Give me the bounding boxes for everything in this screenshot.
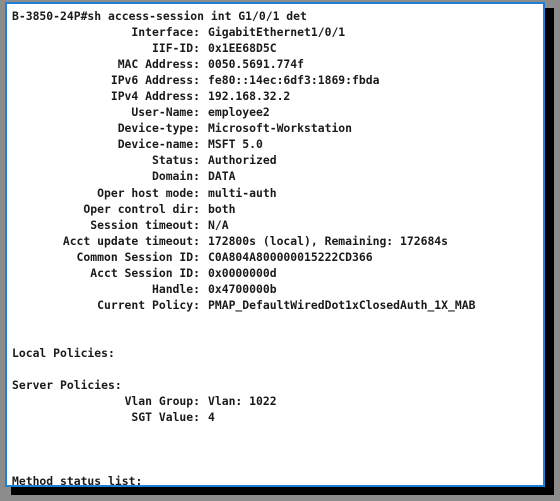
field-value: employee2 bbox=[200, 104, 543, 120]
field-value: MSFT 5.0 bbox=[200, 136, 543, 152]
field-value: 0x4700000b bbox=[200, 281, 543, 297]
session-field-oper-host-mode: Oper host mode: multi-auth bbox=[10, 185, 543, 201]
field-label: Interface: bbox=[10, 24, 200, 40]
field-value: Microsoft-Workstation bbox=[200, 120, 543, 136]
field-label: User-Name: bbox=[10, 104, 200, 120]
blank-line bbox=[10, 441, 543, 457]
session-field-acct-update-timeout: Acct update timeout: 172800s (local), Re… bbox=[10, 233, 543, 249]
field-value: PMAP_DefaultWiredDot1xClosedAuth_1X_MAB bbox=[200, 297, 543, 313]
session-field-common-session-id: Common Session ID: C0A804A800000015222CD… bbox=[10, 249, 543, 265]
field-value: 172800s (local), Remaining: 172684s bbox=[200, 233, 543, 249]
local-policies-heading: Local Policies: bbox=[10, 345, 543, 361]
session-field-device-type: Device-type: Microsoft-Workstation bbox=[10, 120, 543, 136]
blank-line bbox=[10, 329, 543, 345]
field-value: N/A bbox=[200, 217, 543, 233]
field-label: Session timeout: bbox=[10, 217, 200, 233]
command-prompt-line: B-3850-24P#sh access-session int G1/0/1 … bbox=[10, 8, 543, 24]
session-field-interface: Interface: GigabitEthernet1/0/1 bbox=[10, 24, 543, 40]
field-label: Acct update timeout: bbox=[10, 233, 200, 249]
field-value: 0x1EE68D5C bbox=[200, 40, 543, 56]
field-value: C0A804A800000015222CD366 bbox=[200, 249, 543, 265]
blank-line bbox=[10, 457, 543, 473]
field-label: Oper control dir: bbox=[10, 201, 200, 217]
field-label: Acct Session ID: bbox=[10, 265, 200, 281]
terminal-output[interactable]: B-3850-24P#sh access-session int G1/0/1 … bbox=[7, 4, 543, 485]
field-label: Oper host mode: bbox=[10, 185, 200, 201]
field-value: Vlan: 1022 bbox=[200, 393, 543, 409]
session-field-ipv4-address: IPv4 Address: 192.168.32.2 bbox=[10, 88, 543, 104]
field-label: MAC Address: bbox=[10, 56, 200, 72]
field-value: DATA bbox=[200, 168, 543, 184]
session-field-status: Status: Authorized bbox=[10, 152, 543, 168]
desktop-background: B-3850-24P#sh access-session int G1/0/1 … bbox=[0, 0, 560, 501]
field-value: 192.168.32.2 bbox=[200, 88, 543, 104]
session-field-user-name: User-Name: employee2 bbox=[10, 104, 543, 120]
method-status-list-heading: Method status list: bbox=[10, 473, 543, 487]
field-label: IPv6 Address: bbox=[10, 72, 200, 88]
terminal-window[interactable]: B-3850-24P#sh access-session int G1/0/1 … bbox=[5, 2, 545, 487]
field-label: Status: bbox=[10, 152, 200, 168]
session-field-iif-id: IIF-ID: 0x1EE68D5C bbox=[10, 40, 543, 56]
field-label: Common Session ID: bbox=[10, 249, 200, 265]
field-label: Handle: bbox=[10, 281, 200, 297]
field-label: Domain: bbox=[10, 168, 200, 184]
field-value: multi-auth bbox=[200, 185, 543, 201]
session-field-current-policy: Current Policy: PMAP_DefaultWiredDot1xCl… bbox=[10, 297, 543, 313]
field-value: 0050.5691.774f bbox=[200, 56, 543, 72]
field-label: Device-type: bbox=[10, 120, 200, 136]
session-field-ipv6-address: IPv6 Address: fe80::14ec:6df3:1869:fbda bbox=[10, 72, 543, 88]
field-label: Current Policy: bbox=[10, 297, 200, 313]
session-field-acct-session-id: Acct Session ID: 0x0000000d bbox=[10, 265, 543, 281]
session-field-handle: Handle: 0x4700000b bbox=[10, 281, 543, 297]
field-label: Device-name: bbox=[10, 136, 200, 152]
field-label: SGT Value: bbox=[10, 409, 200, 425]
blank-line bbox=[10, 361, 543, 377]
blank-line bbox=[10, 313, 543, 329]
field-value: fe80::14ec:6df3:1869:fbda bbox=[200, 72, 543, 88]
field-value: 0x0000000d bbox=[200, 265, 543, 281]
field-value: both bbox=[200, 201, 543, 217]
field-value: GigabitEthernet1/0/1 bbox=[200, 24, 543, 40]
field-label: IPv4 Address: bbox=[10, 88, 200, 104]
server-policies-heading: Server Policies: bbox=[10, 377, 543, 393]
blank-line bbox=[10, 425, 543, 441]
field-value: 4 bbox=[200, 409, 543, 425]
field-value: Authorized bbox=[200, 152, 543, 168]
field-label: Vlan Group: bbox=[10, 393, 200, 409]
session-field-oper-control-dir: Oper control dir: both bbox=[10, 201, 543, 217]
session-field-session-timeout: Session timeout: N/A bbox=[10, 217, 543, 233]
field-label: IIF-ID: bbox=[10, 40, 200, 56]
session-field-mac-address: MAC Address: 0050.5691.774f bbox=[10, 56, 543, 72]
server-policy-sgt-value: SGT Value: 4 bbox=[10, 409, 543, 425]
session-field-device-name: Device-name: MSFT 5.0 bbox=[10, 136, 543, 152]
server-policy-vlan-group: Vlan Group: Vlan: 1022 bbox=[10, 393, 543, 409]
session-field-domain: Domain: DATA bbox=[10, 168, 543, 184]
